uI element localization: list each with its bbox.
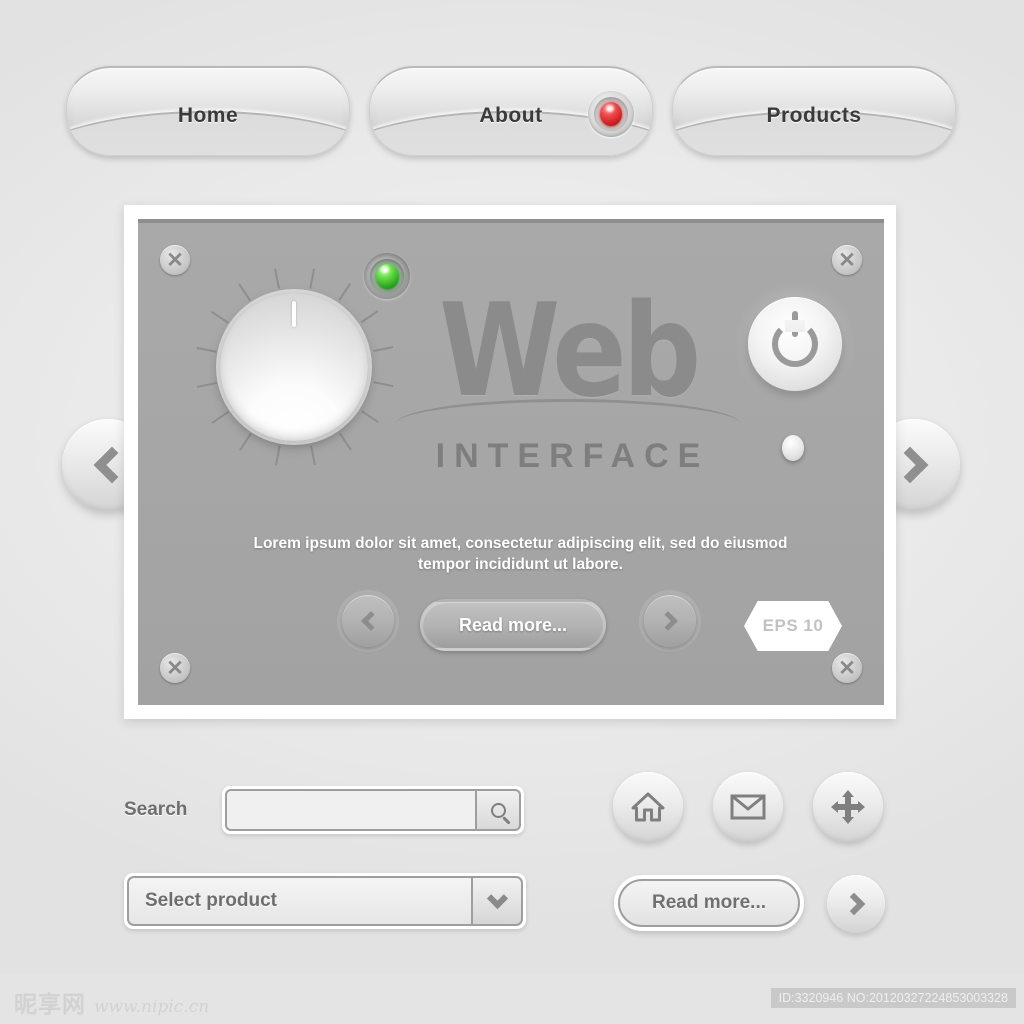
chevron-right-icon	[657, 611, 678, 631]
mail-button[interactable]	[713, 772, 783, 842]
logo-primary-text: Web	[438, 277, 701, 426]
chevron-right-icon	[891, 446, 929, 484]
panel-logo: Web INTERFACE	[388, 277, 748, 476]
screw-bottom-right-icon: ✕	[832, 653, 862, 683]
knob-dial[interactable]	[220, 293, 368, 441]
search-icon	[490, 802, 506, 818]
screw-bottom-left-icon: ✕	[160, 653, 190, 683]
search-label: Search	[124, 799, 188, 820]
watermark-id-text: ID:3320946 NO:20120327224853003328	[770, 988, 1016, 1008]
nav-tab-about[interactable]: About	[369, 66, 653, 156]
panel-prev-button[interactable]	[342, 595, 394, 647]
search-row: Search	[124, 785, 534, 835]
search-submit-button[interactable]	[475, 789, 521, 831]
knob-pointer-icon	[292, 301, 296, 327]
home-button[interactable]	[613, 772, 683, 842]
watermark-bar: 昵享网 www.nipic.cn ID:3320946 NO:201203272…	[0, 974, 1024, 1024]
read-more-button[interactable]: Read more...	[614, 875, 804, 931]
search-input[interactable]	[225, 789, 475, 831]
mail-icon	[730, 794, 766, 820]
panel-screen: ✕ ✕ ✕ ✕ Web INTERFACE Lorem ipsum dolor …	[138, 219, 884, 705]
led-red-bezel	[588, 91, 634, 137]
move-icon	[831, 790, 865, 824]
product-select[interactable]: Select product	[124, 873, 526, 929]
page-root: Home About Products ✕ ✕ ✕ ✕ Web INTERFAC…	[0, 0, 1024, 1024]
main-panel: ✕ ✕ ✕ ✕ Web INTERFACE Lorem ipsum dolor …	[124, 205, 896, 719]
home-icon	[631, 792, 665, 822]
panel-next-button[interactable]	[644, 595, 696, 647]
panel-read-more-button[interactable]: Read more...	[420, 599, 606, 651]
watermark-brand-cn: 昵享网	[14, 992, 86, 1018]
top-navigation: Home About Products	[0, 60, 1024, 170]
nav-tab-home-label: Home	[177, 104, 239, 127]
product-select-caret-button[interactable]	[471, 876, 523, 926]
chevron-right-icon	[842, 892, 865, 916]
move-button[interactable]	[813, 772, 883, 842]
product-select-value: Select product	[127, 876, 471, 926]
screw-top-left-icon: ✕	[160, 245, 190, 275]
nav-tab-products[interactable]: Products	[672, 66, 956, 156]
eps-version-badge: EPS 10	[744, 601, 842, 651]
power-button[interactable]	[748, 297, 842, 391]
led-green-icon	[375, 263, 399, 289]
nav-tab-home[interactable]: Home	[66, 66, 350, 156]
chevron-left-icon	[360, 611, 381, 631]
nav-tab-products-label: Products	[766, 104, 862, 127]
panel-description: Lorem ipsum dolor sit amet, consectetur …	[253, 535, 788, 574]
led-red-icon	[600, 102, 622, 126]
logo-swoosh-icon	[388, 398, 748, 435]
watermark-brand: 昵享网 www.nipic.cn	[14, 985, 209, 1019]
search-box	[222, 786, 524, 834]
power-icon	[772, 311, 818, 367]
chevron-down-icon	[486, 887, 508, 909]
volume-knob[interactable]	[194, 267, 394, 467]
indicator-dot-icon	[782, 435, 804, 461]
read-more-label: Read more...	[618, 879, 800, 927]
screw-top-right-icon: ✕	[832, 245, 862, 275]
watermark-brand-url: www.nipic.cn	[94, 997, 210, 1017]
next-button[interactable]	[827, 875, 885, 933]
